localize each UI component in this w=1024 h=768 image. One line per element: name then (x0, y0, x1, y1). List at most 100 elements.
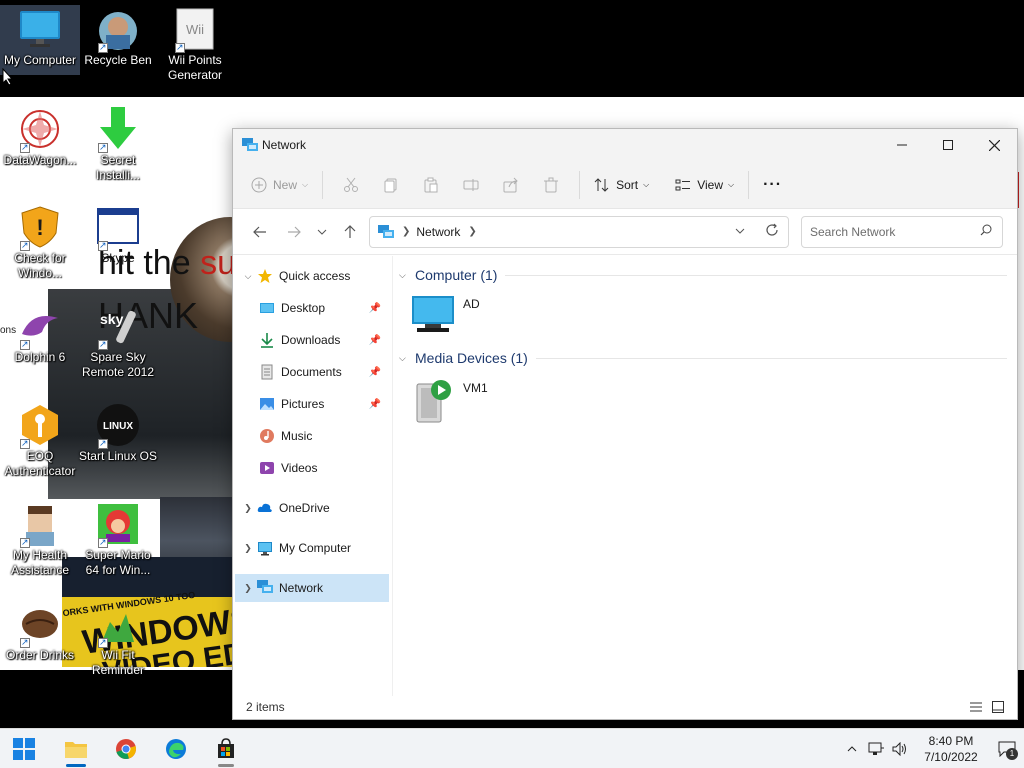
taskbar-chrome[interactable] (104, 729, 148, 768)
clock-date: 7/10/2022 (924, 749, 978, 764)
rename-button[interactable] (451, 168, 491, 202)
chevron-up-icon (847, 745, 857, 751)
pin-icon[interactable]: 📌 (369, 399, 381, 410)
new-button[interactable]: New ⌵ (245, 168, 314, 202)
chevron-right-icon[interactable]: ❯ (239, 543, 257, 554)
desktop-icon-secret-installing[interactable]: Secret Installi... (78, 105, 158, 183)
mouse-cursor-icon (2, 68, 14, 86)
file-explorer-window[interactable]: Network New ⌵ Sort ⌵ View ⌵ ··· ❯ Networ… (232, 128, 1018, 720)
volume-button[interactable] (888, 729, 912, 768)
sky-icon-text: sky (100, 311, 124, 327)
forward-button[interactable] (277, 217, 311, 247)
nav-network[interactable]: ❯ Network (235, 574, 389, 602)
plus-circle-icon (251, 177, 267, 192)
nav-downloads[interactable]: Downloads 📌 (235, 326, 389, 354)
up-button[interactable] (333, 217, 367, 247)
sort-button[interactable]: Sort ⌵ (588, 168, 655, 202)
linux-icon: LINUX (96, 403, 140, 451)
key-icon (18, 403, 62, 451)
pin-icon[interactable]: 📌 (369, 367, 381, 378)
item-count: 2 items (246, 700, 285, 714)
chevron-right-icon[interactable]: ❯ (239, 583, 257, 594)
paste-button[interactable] (411, 168, 451, 202)
desktop-icon-wii-fit[interactable]: Wii Fit Reminder (78, 600, 158, 678)
taskbar-file-explorer[interactable] (54, 729, 98, 768)
title-bar[interactable]: Network (233, 129, 1017, 161)
desktop-icon (259, 300, 275, 316)
address-dropdown-button[interactable] (724, 226, 756, 237)
desktop-icon-check-windows[interactable]: ! Check for Windo... (0, 203, 80, 281)
tiles-view-icon (992, 701, 1004, 713)
pin-icon[interactable]: 📌 (369, 303, 381, 314)
nav-quick-access[interactable]: ⌵ Quick access (235, 262, 389, 290)
trash-icon (544, 177, 559, 192)
back-button[interactable] (243, 217, 277, 247)
network-item-vm1[interactable]: VM1 (411, 378, 488, 427)
maximize-button[interactable] (925, 129, 971, 161)
more-options-button[interactable]: ··· (757, 168, 788, 202)
breadcrumb-separator-icon[interactable]: ❯ (468, 226, 476, 237)
minimize-button[interactable] (879, 129, 925, 161)
navigation-pane: ⌵ Quick access Desktop 📌 Downloads 📌 Doc… (233, 256, 393, 696)
network-item-ad[interactable]: AD (411, 294, 480, 337)
nav-onedrive[interactable]: ❯ OneDrive (235, 494, 389, 522)
nav-videos[interactable]: Videos (235, 454, 389, 482)
nav-my-computer[interactable]: ❯ My Computer (235, 534, 389, 562)
desktop-icon-mario[interactable]: Super Mario 64 for Win... (78, 500, 158, 578)
document-icon (259, 364, 275, 380)
windows-logo-icon (13, 737, 35, 760)
close-icon (988, 139, 1000, 151)
desktop-icon-spare-sky[interactable]: sky Spare Sky Remote 2012 (78, 302, 158, 380)
view-button[interactable]: View ⌵ (669, 168, 740, 202)
desktop-icon-dolphin[interactable]: Dolphin 6 (0, 302, 80, 365)
chrome-icon (116, 738, 136, 759)
desktop-icon-recycle-bin[interactable]: Recycle Ben (78, 5, 158, 68)
taskbar-edge[interactable] (154, 729, 198, 768)
desktop-icon-order-drinks[interactable]: Order Drinks (0, 600, 80, 663)
desktop-icon-skype[interactable]: Skype (78, 203, 158, 266)
cut-button[interactable] (331, 168, 371, 202)
recent-locations-button[interactable] (311, 217, 333, 247)
delete-button[interactable] (531, 168, 571, 202)
clipboard-icon (424, 177, 438, 192)
close-button[interactable] (971, 129, 1017, 161)
nav-music[interactable]: Music (235, 422, 389, 450)
desktop-icon-start-linux[interactable]: LINUX Start Linux OS (78, 401, 158, 464)
tiles-view-button[interactable] (987, 698, 1009, 716)
pin-icon[interactable]: 📌 (369, 335, 381, 346)
chevron-right-icon[interactable]: ❯ (239, 503, 257, 514)
window-title: Network (262, 138, 307, 152)
wii-icon: Wii (173, 7, 217, 55)
chevron-down-icon: ⌵ (302, 179, 309, 189)
chevron-down-icon[interactable]: ⌵ (239, 271, 257, 282)
taskbar-store[interactable] (204, 729, 248, 768)
details-view-icon (970, 702, 982, 712)
start-button[interactable] (2, 729, 46, 768)
nav-pictures[interactable]: Pictures 📌 (235, 390, 389, 418)
share-button[interactable] (491, 168, 531, 202)
sort-icon (594, 177, 609, 192)
address-bar[interactable]: ❯ Network ❯ (369, 215, 789, 248)
network-tray-button[interactable] (864, 729, 888, 768)
avatar-icon (18, 502, 62, 550)
recycle-bin-icon (96, 7, 140, 55)
desktop-icon-eoq[interactable]: EOQ Authenticator (0, 401, 80, 479)
desktop-icon-health[interactable]: My Health Assistance (0, 500, 80, 578)
search-input[interactable]: Search Network (801, 215, 1003, 248)
nav-desktop[interactable]: Desktop 📌 (235, 294, 389, 322)
datawagon-icon (18, 107, 62, 155)
desktop-icon-wii-points[interactable]: Wii Wii Points Generator (155, 5, 235, 83)
group-header-media-devices[interactable]: ⌵ Media Devices (1) (399, 350, 1007, 366)
clock[interactable]: 8:40 PM 7/10/2022 (918, 733, 984, 765)
refresh-button[interactable] (756, 223, 788, 240)
nav-documents[interactable]: Documents 📌 (235, 358, 389, 386)
notification-center-button[interactable]: 1 (990, 729, 1024, 768)
details-view-button[interactable] (965, 698, 987, 716)
breadcrumb-network[interactable]: Network (416, 225, 460, 239)
show-hidden-icons-button[interactable] (840, 729, 864, 768)
desktop-icon-my-computer[interactable]: My Computer (0, 5, 80, 75)
breadcrumb-separator-icon: ❯ (402, 226, 411, 237)
copy-button[interactable] (371, 168, 411, 202)
desktop-icon-datawagon[interactable]: DataWagon... (0, 105, 80, 168)
group-header-computer[interactable]: ⌵ Computer (1) (399, 267, 1007, 283)
